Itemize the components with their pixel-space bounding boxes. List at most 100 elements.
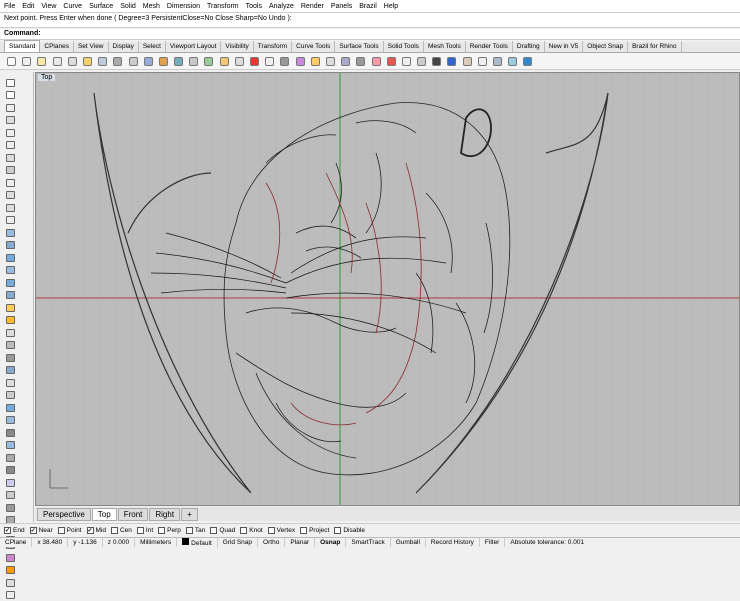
toolbar-icon-18[interactable]: [263, 55, 276, 68]
toolbar-tab-set-view[interactable]: Set View: [74, 41, 109, 52]
sidebar-tool-25[interactable]: [3, 377, 17, 388]
sidebar-tool-40[interactable]: [3, 565, 17, 576]
sidebar-tool-41[interactable]: [3, 577, 17, 588]
sidebar-tool-42[interactable]: [3, 590, 17, 601]
sidebar-tool-3[interactable]: [3, 102, 17, 113]
toolbar-tab-cplanes[interactable]: CPlanes: [40, 41, 74, 52]
menu-item-curve[interactable]: Curve: [63, 3, 82, 10]
sidebar-tool-16[interactable]: [3, 265, 17, 276]
sidebar-tool-11[interactable]: [3, 202, 17, 213]
toolbar-tab-surface-tools[interactable]: Surface Tools: [335, 41, 384, 52]
toolbar-icon-27[interactable]: [400, 55, 413, 68]
menu-item-dimension[interactable]: Dimension: [167, 3, 200, 10]
menu-item-help[interactable]: Help: [384, 3, 398, 10]
sidebar-tool-19[interactable]: [3, 302, 17, 313]
osnap-near[interactable]: ✓ Near: [29, 526, 53, 534]
toolbar-tab-render-tools[interactable]: Render Tools: [466, 41, 513, 52]
add-viewport-button[interactable]: +: [181, 507, 198, 521]
status-toggle-record-history[interactable]: Record History: [426, 538, 480, 547]
sidebar-tool-2[interactable]: [3, 90, 17, 101]
sidebar-tool-6[interactable]: [3, 140, 17, 151]
osnap-mid[interactable]: ✓ Mid: [86, 526, 106, 534]
toolbar-icon-24[interactable]: [354, 55, 367, 68]
menu-item-file[interactable]: File: [4, 3, 15, 10]
toolbar-icon-29[interactable]: [430, 55, 443, 68]
osnap-cen[interactable]: Cen: [110, 526, 132, 534]
toolbar-icon-26[interactable]: [385, 55, 398, 68]
sidebar-tool-35[interactable]: [3, 502, 17, 513]
toolbar-tab-viewport-layout[interactable]: Viewport Layout: [166, 41, 222, 52]
sidebar-tool-10[interactable]: [3, 190, 17, 201]
toolbar-icon-6[interactable]: [81, 55, 94, 68]
sidebar-tool-29[interactable]: [3, 427, 17, 438]
toolbar-tab-new-in-v5[interactable]: New in V5: [545, 41, 584, 52]
toolbar-tab-mesh-tools[interactable]: Mesh Tools: [424, 41, 466, 52]
toolbar-icon-19[interactable]: [278, 55, 291, 68]
sidebar-tool-1[interactable]: [3, 77, 17, 88]
sidebar-tool-34[interactable]: [3, 490, 17, 501]
toolbar-icon-1[interactable]: [5, 55, 18, 68]
sidebar-tool-18[interactable]: [3, 290, 17, 301]
toolbar-icon-34[interactable]: [506, 55, 519, 68]
sidebar-tool-23[interactable]: [3, 352, 17, 363]
toolbar-tab-display[interactable]: Display: [109, 41, 139, 52]
toolbar-icon-2[interactable]: [20, 55, 33, 68]
viewport-top[interactable]: [35, 72, 740, 506]
menu-item-surface[interactable]: Surface: [89, 3, 113, 10]
sidebar-tool-31[interactable]: [3, 452, 17, 463]
sidebar-tool-32[interactable]: [3, 465, 17, 476]
toolbar-icon-33[interactable]: [491, 55, 504, 68]
osnap-project[interactable]: Project: [300, 526, 329, 534]
sidebar-tool-28[interactable]: [3, 415, 17, 426]
checkbox[interactable]: ✓: [29, 526, 37, 534]
sidebar-tool-8[interactable]: [3, 165, 17, 176]
sidebar-tool-14[interactable]: [3, 240, 17, 251]
sidebar-tool-4[interactable]: [3, 115, 17, 126]
status-toggle-ortho[interactable]: Ortho: [258, 538, 286, 547]
osnap-point[interactable]: Point: [57, 526, 82, 534]
viewport-title[interactable]: Top: [38, 74, 56, 81]
toolbar-tab-standard[interactable]: Standard: [4, 40, 41, 52]
menu-item-mesh[interactable]: Mesh: [143, 3, 160, 10]
menu-item-transform[interactable]: Transform: [207, 3, 239, 10]
checkbox[interactable]: [185, 526, 193, 534]
toolbar-icon-13[interactable]: [187, 55, 200, 68]
menu-item-solid[interactable]: Solid: [120, 3, 136, 10]
sidebar-tool-33[interactable]: [3, 477, 17, 488]
viewport-tab-perspective[interactable]: Perspective: [37, 507, 91, 521]
status-toggle-filter[interactable]: Filter: [480, 538, 506, 547]
toolbar-tab-select[interactable]: Select: [139, 41, 166, 52]
sidebar-tool-9[interactable]: [3, 177, 17, 188]
toolbar-icon-32[interactable]: [476, 55, 489, 68]
osnap-int[interactable]: Int: [136, 526, 153, 534]
toolbar-icon-3[interactable]: [35, 55, 48, 68]
toolbar-tab-brazil-for-rhino[interactable]: Brazil for Rhino: [628, 41, 682, 52]
toolbar-tab-curve-tools[interactable]: Curve Tools: [292, 41, 336, 52]
toolbar-icon-7[interactable]: [96, 55, 109, 68]
sidebar-tool-12[interactable]: [3, 215, 17, 226]
osnap-quad[interactable]: Quad: [210, 526, 235, 534]
toolbar-icon-8[interactable]: [111, 55, 124, 68]
osnap-tan[interactable]: Tan: [185, 526, 205, 534]
checkbox[interactable]: [267, 526, 275, 534]
toolbar-icon-23[interactable]: [339, 55, 352, 68]
menu-item-render[interactable]: Render: [301, 3, 324, 10]
checkbox[interactable]: [334, 526, 342, 534]
menu-item-tools[interactable]: Tools: [246, 3, 262, 10]
checkbox[interactable]: ✓: [4, 526, 11, 534]
menu-item-analyze[interactable]: Analyze: [269, 3, 294, 10]
sidebar-tool-13[interactable]: [3, 227, 17, 238]
toolbar-icon-9[interactable]: [127, 55, 140, 68]
toolbar-icon-20[interactable]: [294, 55, 307, 68]
viewport-tab-front[interactable]: Front: [117, 507, 149, 521]
checkbox[interactable]: [136, 526, 144, 534]
sidebar-tool-15[interactable]: [3, 252, 17, 263]
checkbox[interactable]: [240, 526, 248, 534]
sidebar-tool-5[interactable]: [3, 127, 17, 138]
osnap-disable[interactable]: Disable: [334, 526, 365, 534]
toolbar-tab-solid-tools[interactable]: Solid Tools: [384, 41, 424, 52]
toolbar-icon-16[interactable]: [233, 55, 246, 68]
toolbar-icon-5[interactable]: [66, 55, 79, 68]
sidebar-tool-17[interactable]: [3, 277, 17, 288]
sidebar-tool-30[interactable]: [3, 440, 17, 451]
